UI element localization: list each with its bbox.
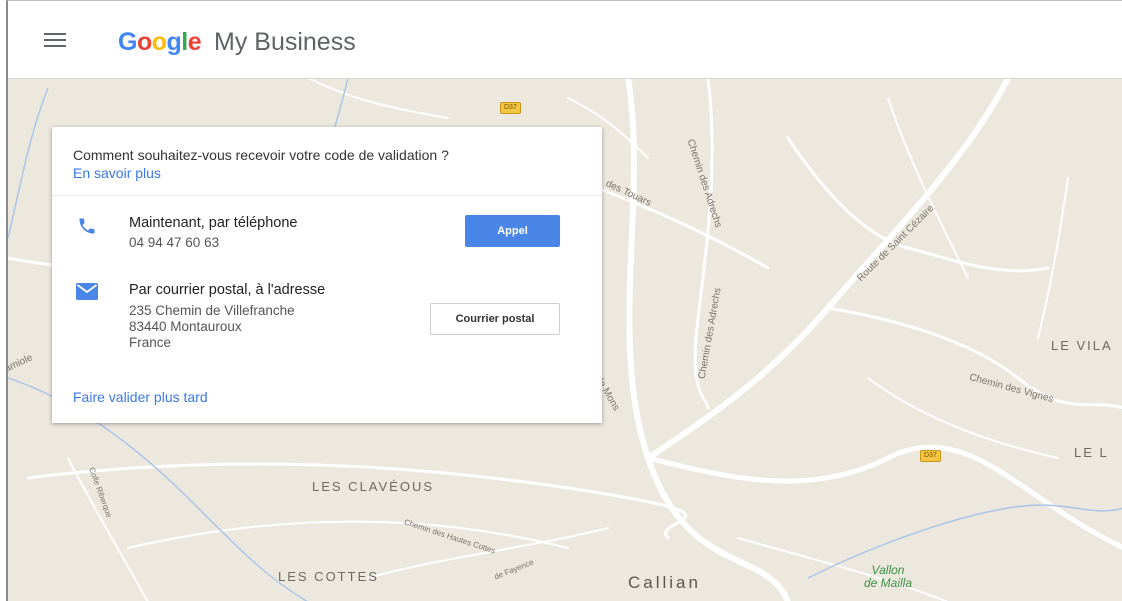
mail-icon: [76, 283, 98, 300]
address-line: 83440 Montauroux: [129, 319, 242, 334]
top-app-bar: Google My Business: [8, 1, 1122, 79]
mail-option-title: Par courrier postal, à l'adresse: [129, 282, 326, 298]
map-green-area-label: Vallon de Mailla: [864, 564, 912, 590]
address-line: 235 Chemin de Villefranche: [129, 303, 295, 318]
validation-dialog: Comment souhaitez-vous recevoir votre co…: [52, 127, 602, 423]
road-shield-d37: D37: [500, 102, 521, 114]
map-place-label: LES COTTES: [278, 569, 379, 584]
green-area-line: de Mailla: [864, 576, 913, 590]
logo-letter: o: [151, 28, 167, 56]
address-line: France: [129, 335, 172, 350]
validate-later-link[interactable]: Faire valider plus tard: [73, 389, 208, 405]
google-logo[interactable]: Google: [118, 28, 202, 56]
dialog-question: Comment souhaitez-vous recevoir votre co…: [73, 147, 449, 163]
logo-letter: g: [166, 28, 182, 56]
phone-option-title: Maintenant, par téléphone: [129, 215, 298, 231]
logo-letter: G: [118, 28, 137, 56]
map-town-label: Callian: [628, 573, 701, 592]
postal-mail-button[interactable]: Courrier postal: [430, 303, 560, 335]
call-button[interactable]: Appel: [465, 215, 560, 247]
map-place-label: LES CLAVÉOUS: [312, 479, 435, 494]
hamburger-menu-icon[interactable]: [44, 33, 66, 49]
road-shield-d37: D37: [920, 450, 941, 462]
map-place-label: LE VILA: [1051, 338, 1113, 353]
phone-number: 04 94 47 60 63: [129, 235, 220, 250]
dialog-divider: [52, 195, 602, 196]
phone-icon: [79, 218, 95, 234]
map-place-label: LE L: [1074, 445, 1109, 460]
logo-letter: e: [187, 28, 202, 56]
logo-letter: o: [136, 28, 152, 56]
product-name: My Business: [214, 28, 356, 56]
browser-frame: Google My Business D37 D37 des Touars Ch…: [6, 0, 1122, 601]
learn-more-link[interactable]: En savoir plus: [73, 165, 161, 181]
